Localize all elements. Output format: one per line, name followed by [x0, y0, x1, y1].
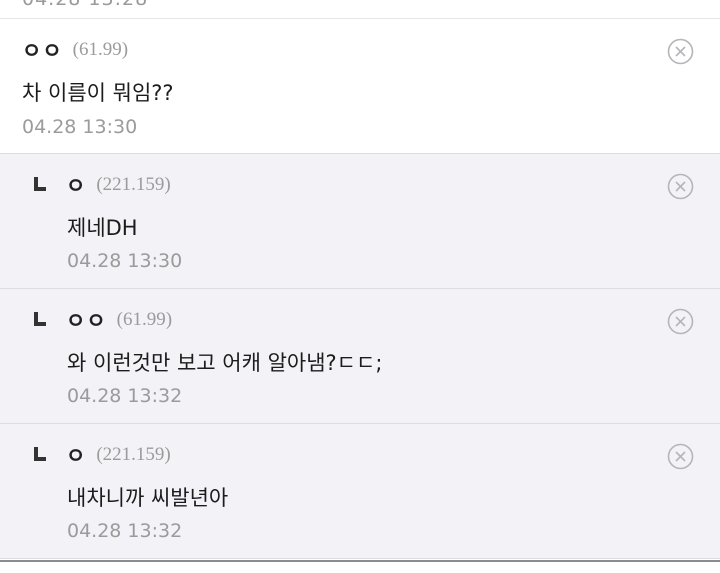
delete-reply-button[interactable] [667, 443, 694, 470]
reply-item: ㅇ (221.159) 제네DH 04.28 13:30 [0, 154, 720, 289]
reply-timestamp: 04.28 13:32 [67, 520, 183, 542]
previous-comment-partial: 04.28 13:28 [0, 0, 720, 19]
reply-arrow-icon [32, 447, 46, 461]
reply-timestamp: 04.28 13:30 [67, 250, 183, 272]
reply-nickname[interactable]: ㅇ [66, 170, 86, 200]
reply-item: ㅇㅇ (61.99) 와 이런것만 보고 어캐 알아냄?ㄷㄷ; 04.28 13… [0, 289, 720, 424]
reply-text: 와 이런것만 보고 어캐 알아냄?ㄷㄷ; [67, 351, 383, 375]
reply-header: ㅇㅇ (61.99) [32, 307, 172, 333]
reply-header: ㅇ (221.159) [32, 172, 171, 198]
reply-text: 내차니까 씨발년아 [67, 486, 229, 510]
comment-timestamp: 04.28 13:28 [22, 0, 148, 10]
reply-item: ㅇ (221.159) 내차니까 씨발년아 04.28 13:32 [0, 424, 720, 559]
reply-text: 제네DH [67, 216, 138, 240]
reply-ip: (221.159) [96, 174, 171, 195]
delete-reply-button[interactable] [667, 308, 694, 335]
comment-item: ㅇㅇ (61.99) 차 이름이 뭐임?? 04.28 13:30 [0, 19, 720, 154]
reply-header: ㅇ (221.159) [32, 442, 171, 468]
comment-timestamp: 04.28 13:30 [22, 116, 138, 138]
reply-arrow-icon [32, 177, 46, 191]
circle-x-icon [667, 308, 694, 335]
reply-arrow-icon [32, 312, 46, 326]
comment-ip: (61.99) [72, 39, 129, 60]
reply-nickname[interactable]: ㅇㅇ [66, 305, 107, 335]
delete-comment-button[interactable] [667, 38, 694, 65]
reply-timestamp: 04.28 13:32 [67, 385, 183, 407]
delete-reply-button[interactable] [667, 173, 694, 200]
comment-header: ㅇㅇ (61.99) [22, 37, 128, 63]
circle-x-icon [667, 173, 694, 200]
comment-list: 04.28 13:28 ㅇㅇ (61.99) 차 이름이 뭐임?? 04.28 … [0, 0, 720, 573]
reply-nickname[interactable]: ㅇ [66, 440, 86, 470]
reply-ip: (221.159) [96, 444, 171, 465]
reply-ip: (61.99) [116, 309, 173, 330]
list-bottom-divider [0, 560, 720, 573]
circle-x-icon [667, 443, 694, 470]
comment-text: 차 이름이 뭐임?? [22, 81, 174, 105]
circle-x-icon [667, 38, 694, 65]
comment-nickname[interactable]: ㅇㅇ [22, 35, 63, 65]
